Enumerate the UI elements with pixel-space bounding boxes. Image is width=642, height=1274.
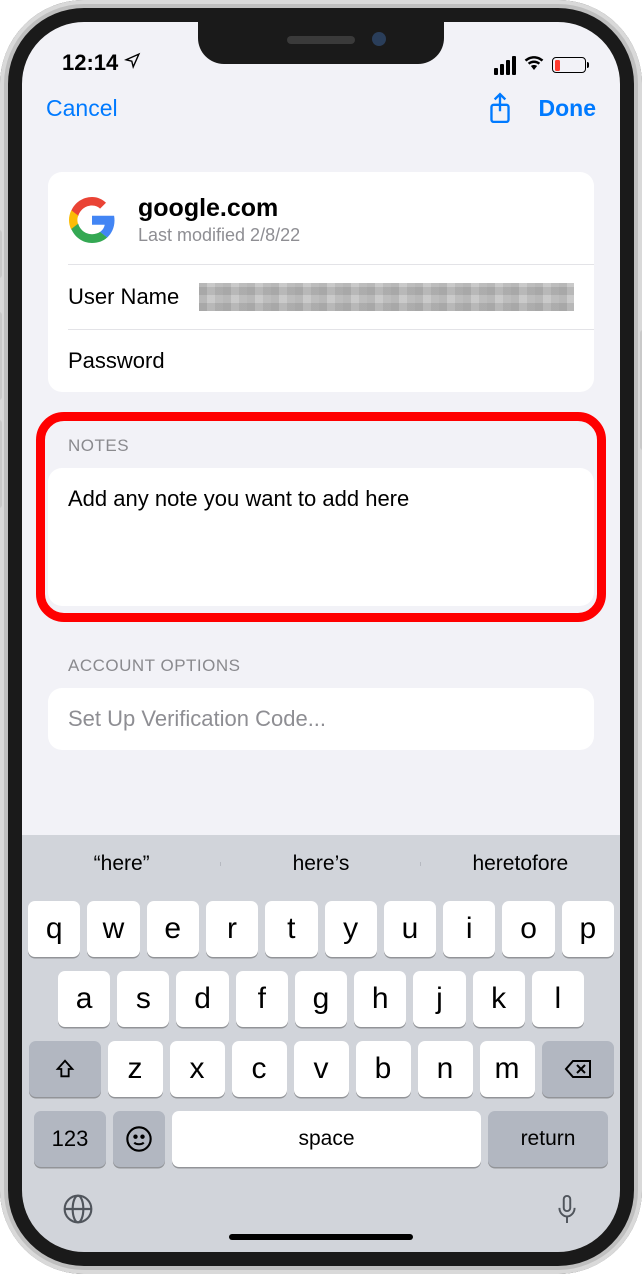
location-arrow-icon	[124, 52, 141, 74]
key-123[interactable]: 123	[34, 1111, 106, 1167]
key-z[interactable]: z	[108, 1041, 163, 1097]
suggestion-2[interactable]: here’s	[221, 852, 420, 876]
google-logo-icon	[68, 196, 116, 244]
cancel-button[interactable]: Cancel	[46, 95, 118, 122]
key-d[interactable]: d	[176, 971, 228, 1027]
key-v[interactable]: v	[294, 1041, 349, 1097]
key-u[interactable]: u	[384, 901, 436, 957]
device-notch	[198, 22, 444, 64]
key-o[interactable]: o	[502, 901, 554, 957]
key-c[interactable]: c	[232, 1041, 287, 1097]
status-time: 12:14	[62, 50, 118, 76]
globe-icon[interactable]	[62, 1193, 94, 1232]
cellular-signal-icon	[494, 56, 516, 75]
key-n[interactable]: n	[418, 1041, 473, 1097]
key-g[interactable]: g	[295, 971, 347, 1027]
key-i[interactable]: i	[443, 901, 495, 957]
battery-icon	[552, 57, 586, 73]
key-a[interactable]: a	[58, 971, 110, 1027]
key-shift[interactable]	[29, 1041, 101, 1097]
notes-textarea[interactable]: Add any note you want to add here	[48, 468, 594, 606]
suggestion-1[interactable]: “here”	[22, 852, 221, 876]
home-indicator[interactable]	[229, 1234, 413, 1240]
service-subtitle: Last modified 2/8/22	[138, 225, 300, 246]
verification-code-button[interactable]: Set Up Verification Code...	[48, 688, 594, 750]
key-w[interactable]: w	[87, 901, 139, 957]
key-y[interactable]: y	[325, 901, 377, 957]
key-m[interactable]: m	[480, 1041, 535, 1097]
key-k[interactable]: k	[473, 971, 525, 1027]
key-h[interactable]: h	[354, 971, 406, 1027]
done-button[interactable]: Done	[539, 95, 597, 122]
key-backspace[interactable]	[542, 1041, 614, 1097]
wifi-icon	[523, 54, 545, 76]
username-row[interactable]: User Name	[48, 265, 594, 329]
key-r[interactable]: r	[206, 901, 258, 957]
keyboard: “here” here’s heretofore q w e r t y u i…	[22, 835, 620, 1252]
keyboard-row-3: z x c v b n m	[28, 1041, 614, 1097]
screen: 12:14 Cancel	[22, 22, 620, 1252]
username-value-redacted	[199, 283, 574, 311]
service-card: google.com Last modified 2/8/22 User Nam…	[48, 172, 594, 392]
password-row[interactable]: Password	[48, 330, 594, 392]
key-s[interactable]: s	[117, 971, 169, 1027]
key-e[interactable]: e	[147, 901, 199, 957]
service-title: google.com	[138, 194, 300, 223]
dictation-mic-icon[interactable]	[554, 1193, 580, 1232]
key-emoji[interactable]	[113, 1111, 165, 1167]
key-t[interactable]: t	[265, 901, 317, 957]
keyboard-row-bottom: 123 space return	[28, 1111, 614, 1167]
key-j[interactable]: j	[413, 971, 465, 1027]
key-b[interactable]: b	[356, 1041, 411, 1097]
key-p[interactable]: p	[562, 901, 614, 957]
key-return[interactable]: return	[488, 1111, 608, 1167]
key-space[interactable]: space	[172, 1111, 481, 1167]
keyboard-suggestions: “here” here’s heretofore	[22, 835, 620, 893]
account-options-header: ACCOUNT OPTIONS	[48, 652, 594, 688]
key-x[interactable]: x	[170, 1041, 225, 1097]
key-l[interactable]: l	[532, 971, 584, 1027]
suggestion-3[interactable]: heretofore	[421, 852, 620, 876]
password-label: Password	[68, 348, 165, 374]
key-f[interactable]: f	[236, 971, 288, 1027]
keyboard-row-1: q w e r t y u i o p	[28, 901, 614, 957]
username-label: User Name	[68, 284, 179, 310]
notes-header: NOTES	[48, 432, 594, 468]
share-icon[interactable]	[487, 92, 513, 124]
key-q[interactable]: q	[28, 901, 80, 957]
nav-bar: Cancel Done	[22, 78, 620, 138]
keyboard-row-2: a s d f g h j k l	[28, 971, 614, 1027]
